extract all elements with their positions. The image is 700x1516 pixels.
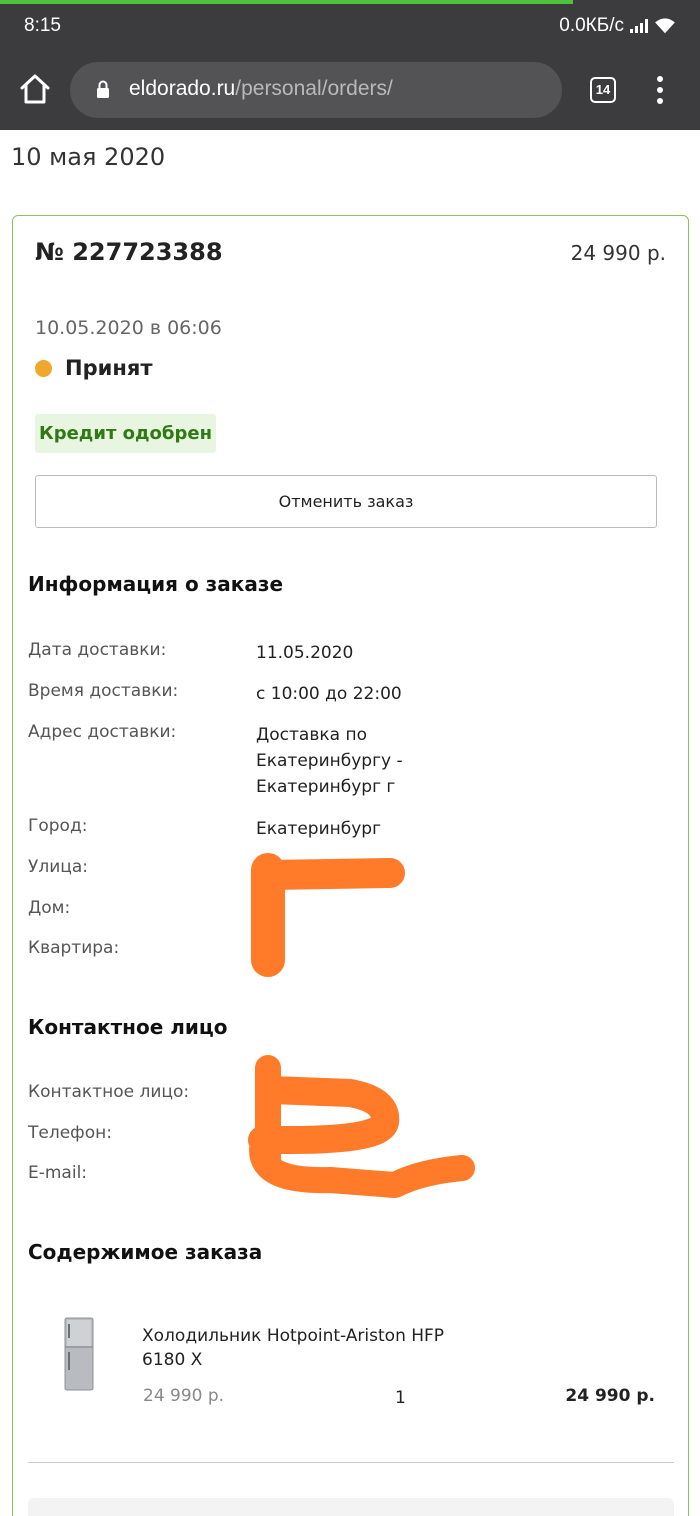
address-line: Доставка по [256, 725, 367, 745]
status-time: 8:15 [24, 15, 61, 36]
delivery-time-value: с 10:00 до 22:00 [256, 684, 402, 704]
status-text: Принят [65, 356, 153, 380]
url-path: /personal/orders/ [235, 77, 393, 100]
city-label: Город: [28, 816, 88, 836]
delivery-time-label: Время доставки: [28, 681, 179, 701]
order-card: № 227723388 24 990 р. 10.05.2020 в 06:06… [12, 215, 689, 1516]
order-info-title: Информация о заказе [28, 572, 284, 596]
order-datetime: 10.05.2020 в 06:06 [35, 317, 222, 339]
divider [28, 1462, 674, 1463]
address-bar[interactable]: eldorado.ru/personal/orders/ [70, 62, 562, 118]
item-quantity: 1 [395, 1388, 406, 1408]
lock-icon [97, 80, 109, 98]
more-vert-icon[interactable] [650, 76, 670, 104]
street-label: Улица: [28, 857, 88, 877]
date-heading: 10 мая 2020 [11, 143, 166, 171]
cancel-order-button[interactable]: Отменить заказ [35, 475, 657, 528]
delivery-date-label: Дата доставки: [28, 640, 167, 660]
order-summary-box [28, 1498, 674, 1516]
net-speed: 0.0КБ/с [559, 15, 624, 36]
status-dot-icon [35, 359, 52, 377]
phone-label: Телефон: [28, 1123, 112, 1143]
item-name[interactable]: Холодильник Hotpoint-Ariston HFP 6180 X [142, 1324, 487, 1372]
house-label: Дом: [28, 898, 71, 918]
order-total: 24 990 р. [570, 241, 666, 265]
address-line: Екатеринбургу - [256, 751, 403, 771]
browser-chrome: 8:15 0.0КБ/с eldorado.ru/personal/orders… [0, 0, 700, 130]
status-indicators: 0.0КБ/с [559, 15, 676, 37]
item-sum: 24 990 р. [565, 1386, 655, 1406]
page-load-progress [0, 0, 573, 4]
signal-icon [630, 19, 648, 33]
order-number[interactable]: № 227723388 [35, 238, 223, 266]
url-domain: eldorado.ru [129, 77, 236, 100]
home-icon[interactable] [18, 72, 52, 106]
tab-switcher-button[interactable]: 14 [590, 77, 616, 103]
city-value: Екатеринбург [256, 819, 382, 839]
apartment-label: Квартира: [28, 938, 120, 958]
fridge-icon[interactable] [63, 1316, 95, 1392]
delivery-address-label: Адрес доставки: [28, 722, 177, 742]
address-line: Екатеринбург г [256, 777, 396, 797]
contact-person-label: Контактное лицо: [28, 1082, 190, 1102]
wifi-icon [655, 18, 675, 34]
delivery-date-value: 11.05.2020 [256, 643, 354, 663]
delivery-address-value: Доставка по Екатеринбургу - Екатеринбург… [256, 722, 486, 800]
credit-badge: Кредит одобрен [35, 414, 216, 453]
contents-title: Содержимое заказа [28, 1240, 263, 1264]
order-status: Принят [35, 356, 153, 380]
email-label: E-mail: [28, 1163, 88, 1183]
item-price: 24 990 р. [143, 1386, 225, 1406]
url-text: eldorado.ru/personal/orders/ [129, 77, 393, 101]
contact-title: Контактное лицо [28, 1015, 228, 1039]
